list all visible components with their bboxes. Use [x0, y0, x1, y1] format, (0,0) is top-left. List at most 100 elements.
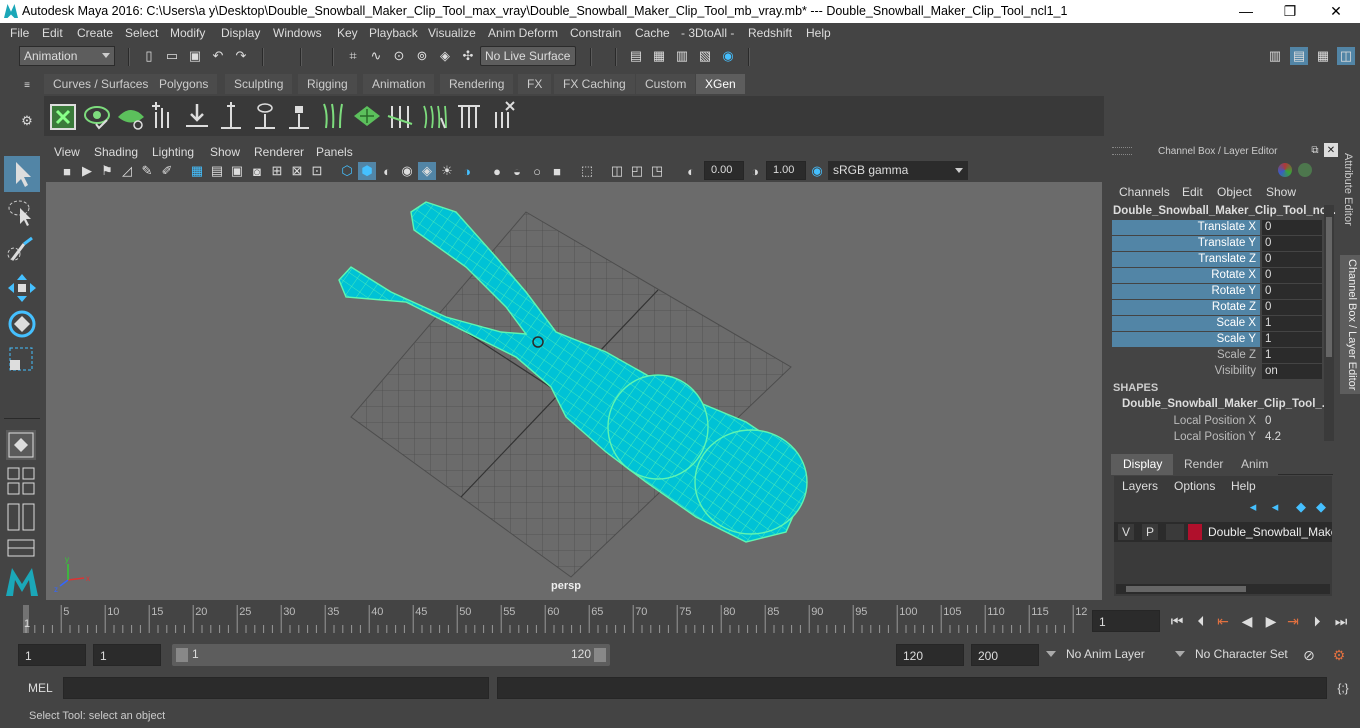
menu-help[interactable]: Help: [806, 26, 831, 40]
move-tool-icon[interactable]: [4, 270, 40, 306]
cb-menu-channels[interactable]: Channels: [1119, 185, 1170, 199]
bookmark-icon[interactable]: ⚑: [98, 162, 116, 180]
layer-playback-toggle[interactable]: P: [1142, 524, 1158, 540]
current-frame-field[interactable]: 1: [1092, 610, 1160, 632]
wireframe-on-shaded-icon[interactable]: ◈: [418, 162, 436, 180]
channel-box-tab[interactable]: Channel Box / Layer Editor: [1340, 255, 1360, 395]
field-chart-icon[interactable]: ⊞: [268, 162, 286, 180]
scrollbar-thumb[interactable]: [1126, 586, 1246, 592]
channel-value[interactable]: 0: [1262, 414, 1322, 429]
move-layer-up-icon[interactable]: ◂: [1244, 498, 1262, 516]
new-scene-icon[interactable]: ▯: [140, 47, 158, 65]
paint-select-icon[interactable]: [4, 232, 40, 268]
shelf-tab-sculpting[interactable]: Sculpting: [225, 74, 293, 94]
channel-row[interactable]: Rotate Y0: [1112, 284, 1324, 300]
attribute-editor-tab[interactable]: Attribute Editor: [1342, 153, 1354, 226]
shelf-tab-fx[interactable]: FX: [518, 74, 552, 94]
grease-pencil-icon[interactable]: ✎: [138, 162, 156, 180]
channel-value[interactable]: 1: [1262, 348, 1322, 363]
chevron-down-icon[interactable]: [1175, 651, 1185, 657]
scale-tool-icon[interactable]: [4, 342, 40, 378]
single-view-icon[interactable]: [6, 430, 36, 460]
motion-blur-icon[interactable]: ◒: [508, 162, 526, 180]
script-editor-icon[interactable]: {;}: [1334, 679, 1352, 697]
shadows-icon[interactable]: ◑: [458, 162, 476, 180]
depth-of-field-icon[interactable]: ■: [548, 162, 566, 180]
default-material-icon[interactable]: ◐: [378, 162, 396, 180]
menu-key[interactable]: Key: [337, 26, 358, 40]
minimize-button[interactable]: —: [1223, 0, 1269, 23]
layer-menu-options[interactable]: Options: [1174, 479, 1215, 493]
anti-aliasing-icon[interactable]: ○: [528, 162, 546, 180]
snap-view-icon[interactable]: ⊚: [413, 47, 431, 65]
channel-value[interactable]: 0: [1262, 300, 1322, 315]
layer-row[interactable]: V P Double_Snowball_Make: [1114, 522, 1332, 542]
isolate-select-icon[interactable]: ⬚: [578, 162, 596, 180]
xgen-groom-icon[interactable]: [420, 100, 450, 132]
channel-box-scrollbar[interactable]: [1324, 205, 1334, 441]
wireframe-icon[interactable]: ⬡: [338, 162, 356, 180]
layer-tab-render[interactable]: Render: [1173, 454, 1235, 475]
play-backwards-icon[interactable]: ◀: [1238, 612, 1256, 630]
viewport-persp[interactable]: x y z persp: [46, 182, 1102, 600]
layer-color-swatch[interactable]: [1188, 524, 1202, 540]
make-live-icon[interactable]: ✣: [459, 47, 477, 65]
layout-icon[interactable]: ▤: [1290, 47, 1308, 65]
textured-icon[interactable]: ◉: [398, 162, 416, 180]
channel-filter-icon[interactable]: [1298, 163, 1312, 177]
xray-components-icon[interactable]: ◳: [648, 162, 666, 180]
playback-end-field[interactable]: 120: [896, 644, 964, 666]
new-layer-icon[interactable]: ◆: [1292, 498, 1310, 516]
xgen-preview-icon[interactable]: [82, 100, 112, 132]
command-input[interactable]: [63, 677, 489, 699]
camera-attributes-icon[interactable]: ▶: [78, 162, 96, 180]
grid-icon[interactable]: ▦: [188, 162, 206, 180]
render-view-icon[interactable]: ▧: [696, 47, 714, 65]
xgen-view-guide-icon[interactable]: [250, 100, 280, 132]
shelf-tab-polygons[interactable]: Polygons: [150, 74, 218, 94]
gamma-icon[interactable]: ◑: [746, 162, 764, 180]
channel-value[interactable]: 0: [1262, 236, 1322, 251]
step-forward-key-icon[interactable]: ⇥: [1284, 612, 1302, 630]
cb-menu-edit[interactable]: Edit: [1182, 185, 1203, 199]
shelf-tab-rendering[interactable]: Rendering: [440, 74, 514, 94]
panel-menu-shading[interactable]: Shading: [94, 145, 138, 159]
time-slider[interactable]: 5 10 15 20 25 30 35 40 45 50 55 60 65 70 75 80 85 90 95 100…: [0, 603, 1360, 637]
channel-row[interactable]: Translate X0: [1112, 220, 1324, 236]
channel-row[interactable]: Visibility on: [1112, 364, 1324, 380]
panel-menu-panels[interactable]: Panels: [316, 145, 353, 159]
menu-cache[interactable]: Cache: [635, 26, 670, 40]
camera-icon[interactable]: ■: [58, 162, 76, 180]
channel-value[interactable]: 0: [1262, 252, 1322, 267]
hypershade-icon[interactable]: ◉: [719, 47, 737, 65]
xgen-density-icon[interactable]: [352, 100, 382, 132]
close-button[interactable]: ✕: [1313, 0, 1359, 23]
2d-pan-icon[interactable]: ✐: [158, 162, 176, 180]
channel-row[interactable]: Translate Z0: [1112, 252, 1324, 268]
smooth-shade-icon[interactable]: ⬢: [358, 162, 376, 180]
outliner-layout-icon[interactable]: [6, 538, 36, 558]
channel-value[interactable]: on: [1262, 364, 1322, 379]
channel-row[interactable]: Scale Z 1: [1112, 348, 1324, 364]
channel-row[interactable]: Scale Y1: [1112, 332, 1324, 348]
channel-row[interactable]: Local Position Y 4.2: [1112, 430, 1324, 446]
snap-grid-icon[interactable]: ⌗: [344, 47, 362, 65]
panel-menu-renderer[interactable]: Renderer: [254, 145, 304, 159]
gamma-field[interactable]: 1.00: [766, 161, 806, 180]
close-panel-icon[interactable]: ✕: [1324, 143, 1338, 157]
xray-joints-icon[interactable]: ◰: [628, 162, 646, 180]
render-settings-icon[interactable]: ▤: [627, 47, 645, 65]
menu-3dtoall[interactable]: - 3DtoAll -: [681, 26, 734, 40]
menu-select[interactable]: Select: [125, 26, 158, 40]
animation-end-field[interactable]: 200: [971, 644, 1039, 666]
range-slider[interactable]: 1 120: [172, 644, 610, 666]
exposure-field[interactable]: 0.00: [704, 161, 744, 180]
snap-point-icon[interactable]: ⊙: [390, 47, 408, 65]
xgen-delete-icon[interactable]: [488, 100, 518, 132]
menu-display[interactable]: Display: [221, 26, 260, 40]
channel-value[interactable]: 1: [1262, 332, 1322, 347]
image-plane-icon[interactable]: ◿: [118, 162, 136, 180]
rotate-tool-icon[interactable]: [4, 306, 40, 342]
range-start-handle[interactable]: [176, 648, 188, 662]
channel-value[interactable]: 0: [1262, 284, 1322, 299]
